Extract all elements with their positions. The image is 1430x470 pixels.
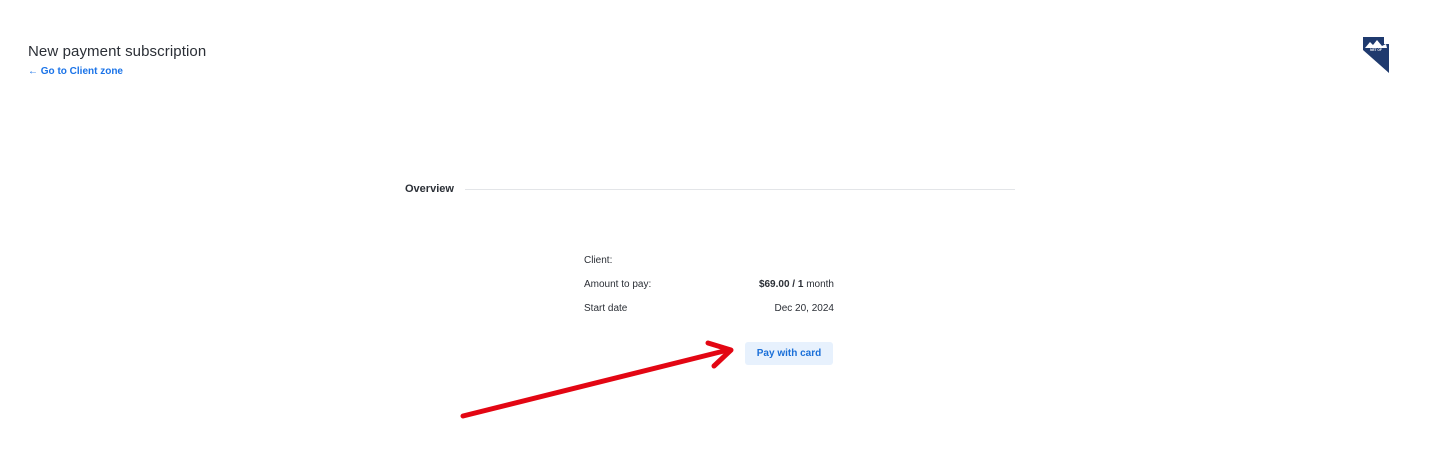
overview-divider [464,188,1015,190]
pay-action: Pay with card [745,342,833,365]
arrow-head [705,340,734,369]
amount-price: $69.00 / 1 [758,279,804,290]
back-to-client-zone-link[interactable]: ← Go to Client zone [28,66,123,77]
start-date-label: Start date [584,303,628,314]
client-label: Client: [584,255,613,266]
logo-text: NET OF [1370,48,1382,52]
amount-value: $69.00 / 1 month [759,278,834,302]
start-date-row: Start date Dec 20, 2024 [584,302,834,326]
subscription-summary: Client: Amount to pay: $69.00 / 1 month … [584,254,834,326]
overview-title: Overview [405,183,454,195]
client-row: Client: [584,254,834,278]
overview-section-header: Overview [405,183,1015,195]
amount-period: month [803,279,834,290]
start-date-value: Dec 20, 2024 [774,303,835,314]
pay-with-card-button[interactable]: Pay with card [745,342,833,365]
page-title: New payment subscription [28,43,207,60]
amount-row: Amount to pay: $69.00 / 1 month [584,278,834,302]
state-outline-mountain-logo-icon: NET OF [1363,37,1389,73]
payment-page: New payment subscription ← Go to Client … [0,0,1430,470]
page-header: New payment subscription ← Go to Client … [28,43,206,79]
annotation-arrow-icon [460,340,734,419]
arrow-shaft [460,348,727,419]
amount-label: Amount to pay: [584,279,652,290]
